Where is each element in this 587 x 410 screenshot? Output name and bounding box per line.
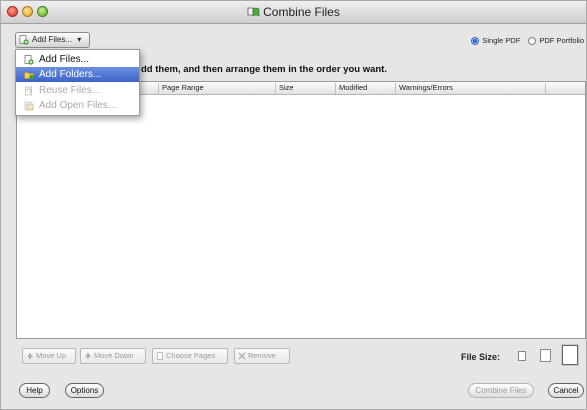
remove-label: Remove xyxy=(248,351,276,360)
options-button[interactable]: Options xyxy=(65,383,104,398)
column-header-modified[interactable]: Modified xyxy=(335,83,395,94)
file-size-medium-icon[interactable] xyxy=(540,349,551,362)
page-icon xyxy=(157,352,163,360)
menu-item-reuse-files[interactable]: Reuse Files... xyxy=(16,83,139,98)
menu-item-label: Reuse Files... xyxy=(39,85,101,96)
choose-pages-label: Choose Pages xyxy=(166,351,216,360)
window-title: Combine Files xyxy=(1,5,586,19)
choose-pages-button[interactable]: Choose Pages xyxy=(152,348,228,364)
file-size-label: File Size: xyxy=(461,352,501,362)
file-size-large-icon[interactable] xyxy=(562,345,578,365)
title-bar[interactable]: Combine Files xyxy=(1,1,586,24)
help-button[interactable]: Help xyxy=(19,383,50,398)
open-files-icon xyxy=(24,101,34,111)
radio-single-pdf-label: Single PDF xyxy=(482,36,521,45)
arrow-up-icon xyxy=(27,353,33,359)
radio-single-pdf[interactable]: Single PDF xyxy=(471,36,520,45)
add-files-dropdown-button[interactable]: Add Files... ▾ xyxy=(15,32,90,48)
folder-icon xyxy=(24,72,34,80)
remove-x-icon xyxy=(238,352,246,360)
output-type-radio-group: Single PDF PDF Portfolio xyxy=(465,36,584,45)
menu-item-label: Add Open Files... xyxy=(39,100,117,111)
move-up-button[interactable]: Move Up xyxy=(22,348,76,364)
menu-item-add-files[interactable]: Add Files... xyxy=(16,52,139,67)
combine-files-window: Combine Files Add Files... ▾ Single PDF … xyxy=(0,0,587,410)
column-header-empty xyxy=(545,83,585,94)
column-header-warnings-errors[interactable]: Warnings/Errors xyxy=(395,83,545,94)
column-header-size[interactable]: Size xyxy=(275,83,335,94)
combine-files-button[interactable]: Combine Files xyxy=(468,383,534,398)
add-files-icon xyxy=(19,35,29,45)
list-actions-bar: Move Up Move Down Choose Pages Remove Fi… xyxy=(16,344,586,370)
move-up-label: Move Up xyxy=(36,351,67,360)
combine-files-icon xyxy=(247,7,260,17)
reuse-files-icon xyxy=(25,86,32,96)
move-down-label: Move Down xyxy=(94,351,134,360)
window-title-text: Combine Files xyxy=(263,5,340,19)
radio-unselected-icon[interactable] xyxy=(528,37,537,45)
arrow-down-icon xyxy=(85,353,91,359)
add-files-button-label: Add Files... xyxy=(32,35,73,44)
radio-pdf-portfolio[interactable]: PDF Portfolio xyxy=(528,36,584,45)
file-size-small-icon[interactable] xyxy=(518,351,526,361)
remove-button[interactable]: Remove xyxy=(234,348,290,364)
cancel-button[interactable]: Cancel xyxy=(548,383,584,398)
menu-item-label: Add Folders... xyxy=(39,69,102,80)
radio-pdf-portfolio-label: PDF Portfolio xyxy=(539,36,584,45)
file-list[interactable]: Page Range Size Modified Warnings/Errors xyxy=(16,81,586,339)
menu-item-label: Add Files... xyxy=(39,54,90,65)
menu-item-add-open-files[interactable]: Add Open Files... xyxy=(16,98,139,113)
chevron-down-icon: ▾ xyxy=(77,35,82,44)
dialog-footer: Help Options Combine Files Cancel xyxy=(1,375,586,409)
instruction-text: dd them, and then arrange them in the or… xyxy=(141,64,387,75)
add-files-dropdown-menu: Add Files... Add Folders... Reuse Files.… xyxy=(15,49,140,116)
column-header-page-range[interactable]: Page Range xyxy=(158,83,275,94)
add-files-icon xyxy=(24,55,34,65)
menu-item-add-folders[interactable]: Add Folders... xyxy=(16,67,139,82)
move-down-button[interactable]: Move Down xyxy=(80,348,146,364)
radio-selected-icon[interactable] xyxy=(471,37,480,45)
